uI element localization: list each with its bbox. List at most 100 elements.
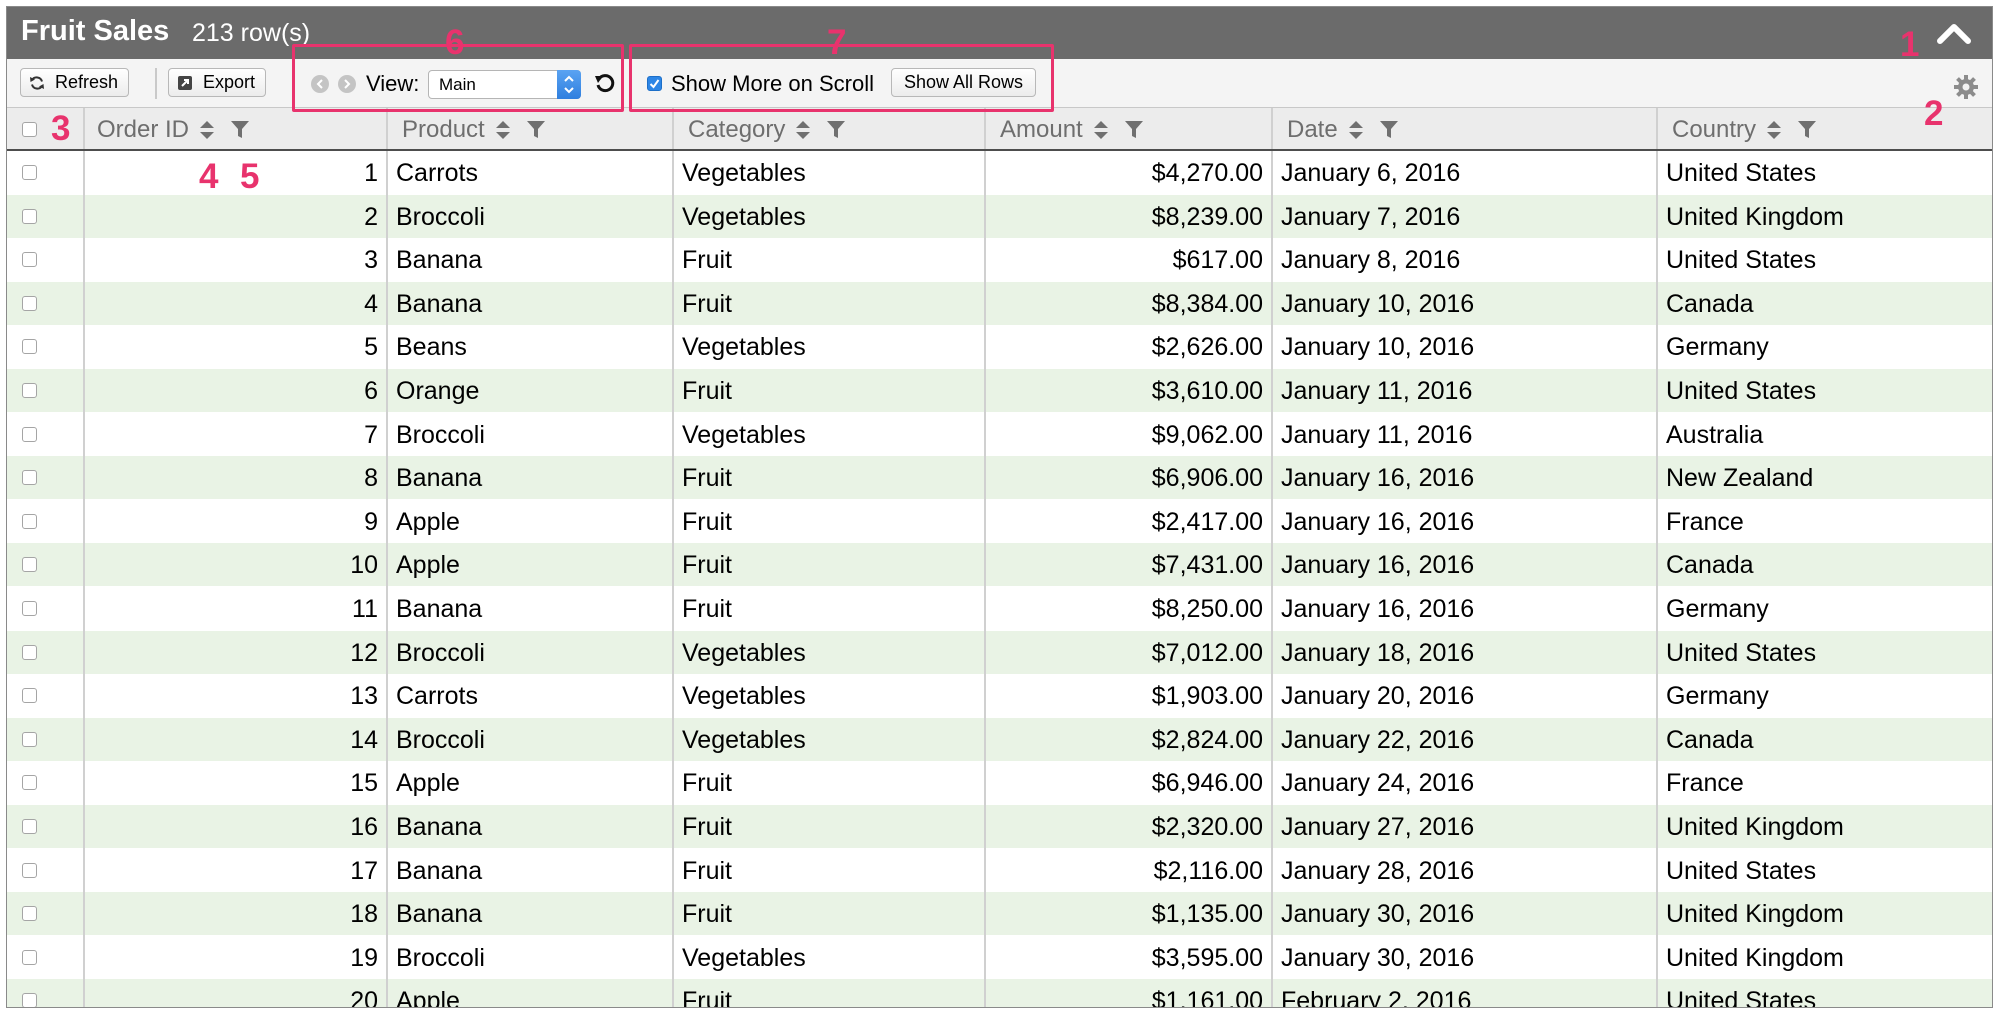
cell-amount: $2,824.00: [1151, 725, 1263, 754]
cell-product: Broccoli: [396, 725, 485, 754]
cell-country: Germany: [1666, 595, 1769, 623]
cell-amount: $6,906.00: [1151, 464, 1263, 493]
row-checkbox[interactable]: [22, 165, 37, 180]
cell-order_id: 5: [364, 333, 378, 362]
row-checkbox[interactable]: [22, 470, 37, 486]
row-checkbox[interactable]: [22, 557, 37, 573]
cell-order_id: 12: [350, 638, 378, 667]
select-all-checkbox[interactable]: [22, 122, 37, 137]
table-row[interactable]: 4 Banana Fruit $8,384.00 January 10, 2016 Can…: [7, 281, 1992, 325]
cell-order_id: 11: [352, 595, 378, 623]
cell-country: United States: [1666, 246, 1817, 275]
cell-category: Fruit: [682, 464, 732, 493]
table-row[interactable]: 15 Apple Fruit $6,946.00 January 24, 2016 Fra…: [7, 761, 1992, 804]
row-checkbox[interactable]: [22, 862, 37, 878]
filter-icon[interactable]: [1379, 121, 1398, 139]
row-checkbox[interactable]: [22, 906, 37, 922]
cell-product: Banana: [396, 813, 483, 841]
cell-amount: $7,012.00: [1151, 638, 1263, 667]
export-label: Export: [203, 72, 256, 92]
table-row[interactable]: 20 Apple Fruit $1,161.00 February 2, 2016 Uni…: [7, 979, 1992, 1008]
cell-amount: $2,417.00: [1151, 507, 1263, 536]
cell-order_id: 18: [350, 900, 378, 929]
filter-icon[interactable]: [1798, 121, 1817, 139]
row-checkbox[interactable]: [22, 601, 37, 616]
cell-category: Fruit: [682, 813, 732, 841]
table-row[interactable]: 13 Carrots Vegetables $1,903.00 January 20, …: [7, 674, 1992, 717]
sort-icon[interactable]: [495, 121, 511, 139]
sort-icon[interactable]: [199, 121, 215, 139]
table-row[interactable]: 1 Carrots Vegetables $4,270.00 January 6, 20…: [7, 151, 1992, 194]
table-row[interactable]: 19 Broccoli Vegetables $3,595.00 January 30,…: [7, 936, 1992, 979]
row-checkbox[interactable]: [22, 775, 37, 791]
table-row[interactable]: 5 Beans Vegetables $2,626.00 January 10, 201…: [7, 325, 1992, 368]
row-checkbox[interactable]: [22, 731, 37, 747]
sort-icon[interactable]: [795, 121, 811, 139]
row-checkbox[interactable]: [22, 688, 37, 704]
cell-category: Vegetables: [682, 638, 806, 667]
table-row[interactable]: 8 Banana Fruit $6,906.00 January 16, 2016 New…: [7, 456, 1992, 500]
cell-category: Vegetables: [682, 202, 806, 231]
sort-icon[interactable]: [1766, 121, 1782, 139]
header-product[interactable]: Product: [388, 108, 674, 149]
row-checkbox[interactable]: [22, 252, 37, 268]
cell-country: New Zealand: [1666, 464, 1814, 493]
cell-product: Banana: [396, 246, 483, 275]
row-checkbox[interactable]: [22, 339, 37, 355]
header-date[interactable]: Date: [1273, 108, 1658, 149]
cell-date: January 16, 2016: [1281, 464, 1475, 493]
cell-order_id: 16: [350, 813, 378, 841]
sort-icon[interactable]: [1348, 121, 1364, 139]
table-row[interactable]: 9 Apple Fruit $2,417.00 January 16, 2016 Fran…: [7, 500, 1992, 543]
cell-product: Apple: [396, 987, 460, 1008]
collapse-button[interactable]: [1934, 17, 1974, 49]
cell-amount: $2,626.00: [1151, 333, 1263, 362]
row-checkbox[interactable]: [22, 949, 37, 965]
filter-icon[interactable]: [526, 121, 545, 139]
table-row[interactable]: 14 Broccoli Vegetables $2,824.00 January 22,…: [7, 717, 1992, 761]
cell-amount: $9,062.00: [1151, 420, 1263, 449]
cell-country: United States: [1666, 159, 1817, 187]
cell-category: Fruit: [682, 507, 732, 536]
cell-date: January 8, 2016: [1281, 246, 1461, 275]
row-checkbox[interactable]: [22, 383, 37, 398]
cell-category: Fruit: [682, 856, 732, 885]
sort-icon[interactable]: [1093, 121, 1109, 139]
table-row[interactable]: 10 Apple Fruit $7,431.00 January 16, 2016 Can…: [7, 543, 1992, 587]
cell-order_id: 10: [350, 551, 378, 580]
table-row[interactable]: 11 Banana Fruit $8,250.00 January 16, 2016 Ge…: [7, 587, 1992, 630]
header-category[interactable]: Category: [674, 108, 986, 149]
table-row[interactable]: 17 Banana Fruit $2,116.00 January 28, 2016 Un…: [7, 849, 1992, 892]
table-row[interactable]: 12 Broccoli Vegetables $7,012.00 January 18,…: [7, 630, 1992, 674]
row-checkbox[interactable]: [22, 513, 37, 529]
row-checkbox[interactable]: [22, 819, 37, 834]
table-row[interactable]: 16 Banana Fruit $2,320.00 January 27, 2016 Un…: [7, 805, 1992, 848]
gear-icon[interactable]: [1953, 74, 1979, 100]
table-row[interactable]: 3 Banana Fruit $617.00 January 8, 2016 United…: [7, 238, 1992, 281]
cell-amount: $4,270.00: [1151, 159, 1263, 187]
refresh-button[interactable]: Refresh: [20, 68, 130, 97]
cell-order_id: 9: [364, 507, 378, 536]
row-checkbox[interactable]: [22, 426, 37, 442]
cell-amount: $8,239.00: [1151, 202, 1263, 231]
row-checkbox[interactable]: [22, 295, 37, 311]
filter-icon[interactable]: [231, 121, 250, 139]
cell-product: Banana: [396, 464, 483, 493]
table-row[interactable]: 6 Orange Fruit $3,610.00 January 11, 2016 Uni…: [7, 369, 1992, 412]
table-row[interactable]: 2 Broccoli Vegetables $8,239.00 January 7, 2…: [7, 194, 1992, 238]
filter-icon[interactable]: [1124, 121, 1143, 139]
header-order_id[interactable]: Order ID: [85, 108, 388, 149]
cell-date: January 11, 2016: [1281, 420, 1473, 449]
cell-order_id: 20: [350, 987, 378, 1008]
row-checkbox[interactable]: [22, 208, 37, 224]
table-row[interactable]: 7 Broccoli Vegetables $9,062.00 January 11, …: [7, 413, 1992, 456]
export-button[interactable]: Export: [168, 68, 267, 97]
table-row[interactable]: 18 Banana Fruit $1,135.00 January 30, 2016 Un…: [7, 892, 1992, 936]
row-checkbox[interactable]: [22, 993, 37, 1007]
filter-icon[interactable]: [827, 121, 846, 139]
row-checkbox[interactable]: [22, 644, 37, 660]
cell-order_id: 13: [350, 682, 378, 711]
header-amount[interactable]: Amount: [986, 108, 1273, 149]
cell-amount: $1,135.00: [1151, 900, 1263, 929]
export-icon: [178, 75, 192, 90]
